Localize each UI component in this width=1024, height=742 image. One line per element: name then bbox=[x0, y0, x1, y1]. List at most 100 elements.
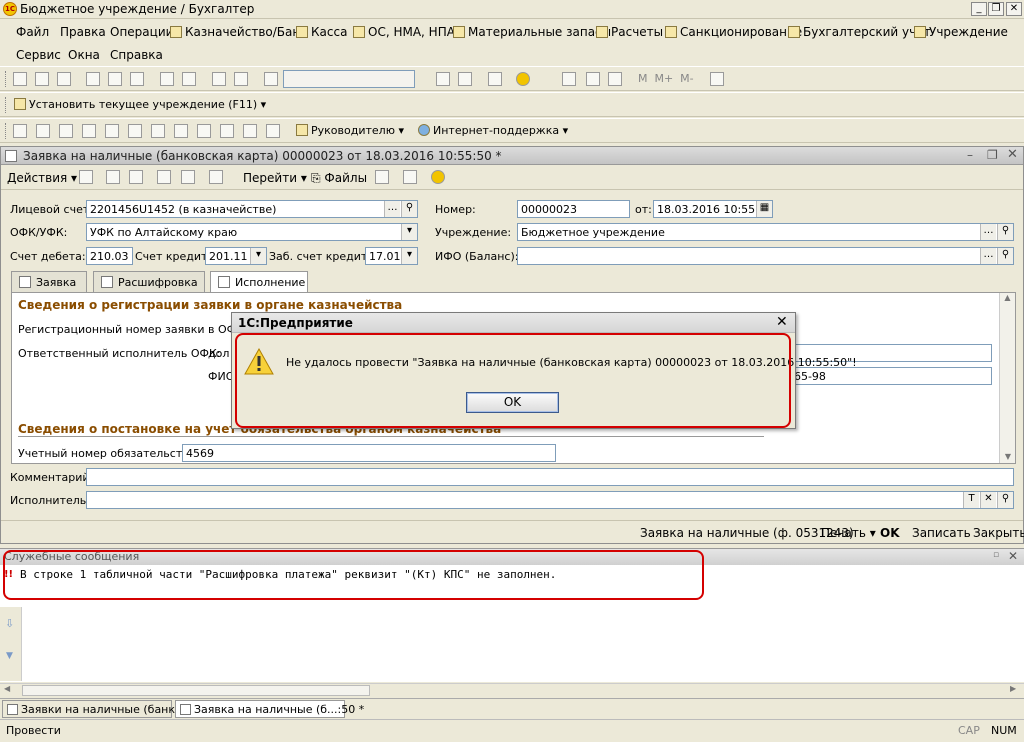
preview-icon[interactable] bbox=[182, 72, 196, 86]
cut-icon[interactable] bbox=[86, 72, 100, 86]
actions-menu[interactable]: Действия ▾ bbox=[7, 171, 77, 185]
menu-file[interactable]: Файл bbox=[16, 25, 49, 39]
number-field[interactable]: 00000023 bbox=[517, 200, 630, 218]
print-icon[interactable] bbox=[160, 72, 174, 86]
based-on-icon[interactable] bbox=[209, 170, 223, 184]
memory-buttons[interactable]: M M+ M- bbox=[638, 72, 694, 85]
debit-field[interactable]: 210.03 bbox=[86, 247, 133, 265]
report-icon[interactable] bbox=[220, 124, 234, 138]
obligation-number-field[interactable]: 4569 bbox=[182, 444, 556, 462]
tab-execution[interactable]: Исполнение bbox=[210, 271, 308, 294]
help-icon[interactable] bbox=[431, 170, 445, 184]
close-button[interactable]: Закрыть bbox=[973, 526, 1024, 540]
report-icon[interactable] bbox=[266, 124, 280, 138]
post-icon[interactable] bbox=[129, 170, 143, 184]
ok-button[interactable]: OK bbox=[880, 526, 900, 540]
maximize-icon[interactable]: ❐ bbox=[988, 2, 1004, 16]
account-field[interactable]: 2201456U1452 (в казначействе) … ⚲ bbox=[86, 200, 418, 218]
report-icon[interactable] bbox=[36, 124, 50, 138]
set-institution-button[interactable]: Установить текущее учреждение (F11) ▾ bbox=[14, 98, 266, 111]
print-menu[interactable]: Печать ▾ bbox=[821, 526, 876, 540]
support-button[interactable]: Интернет-поддержка ▾ bbox=[418, 124, 568, 137]
task-current-request[interactable]: Заявка на наличные (б...:50 * bbox=[175, 700, 364, 718]
report-icon[interactable] bbox=[243, 124, 257, 138]
fill-icon[interactable] bbox=[157, 170, 171, 184]
report-icon[interactable] bbox=[59, 124, 73, 138]
search-icon[interactable]: ⚲ bbox=[997, 492, 1013, 508]
menu-accounting[interactable]: Бухгалтерский учет bbox=[788, 25, 931, 39]
paste-icon[interactable] bbox=[130, 72, 144, 86]
save-icon[interactable] bbox=[57, 72, 71, 86]
users-icon[interactable] bbox=[608, 72, 622, 86]
panel-scrollbar[interactable]: ▲ ▼ bbox=[999, 293, 1015, 463]
scroll-down-icon[interactable]: ▼ bbox=[1000, 452, 1016, 461]
new-icon[interactable] bbox=[13, 72, 27, 86]
clear-icon[interactable]: ✕ bbox=[980, 492, 996, 508]
menu-help[interactable]: Справка bbox=[110, 48, 163, 62]
menu-institution[interactable]: Учреждение bbox=[914, 25, 1008, 39]
report-icon[interactable] bbox=[105, 124, 119, 138]
credit-field[interactable]: 201.11 ▾ bbox=[205, 247, 267, 265]
scroll-right-icon[interactable]: ▶ bbox=[1010, 684, 1016, 693]
messages-close-icon[interactable]: ✕ bbox=[1008, 549, 1018, 563]
info-icon[interactable] bbox=[516, 72, 530, 86]
save-doc-icon[interactable] bbox=[106, 170, 120, 184]
menu-service[interactable]: Сервис bbox=[16, 48, 61, 62]
chevron-down-icon[interactable]: ▾ bbox=[250, 248, 266, 264]
menu-fixed-assets[interactable]: ОС, НМА, НПА bbox=[353, 25, 455, 39]
menu-settlements[interactable]: Расчеты bbox=[596, 25, 663, 39]
report-icon[interactable] bbox=[197, 124, 211, 138]
offbalance-field[interactable]: 17.01 ▾ bbox=[365, 247, 418, 265]
institution-field[interactable]: Бюджетное учреждение … ⚲ bbox=[517, 223, 1014, 241]
redo-icon[interactable] bbox=[234, 72, 248, 86]
open-icon[interactable] bbox=[35, 72, 49, 86]
report-icon[interactable] bbox=[151, 124, 165, 138]
menu-edit[interactable]: Правка bbox=[60, 25, 106, 39]
search-icon[interactable]: ⚲ bbox=[997, 248, 1013, 264]
search-input[interactable] bbox=[283, 70, 415, 88]
scroll-up-icon[interactable]: ▲ bbox=[1000, 293, 1015, 302]
close-icon[interactable]: ✕ bbox=[1006, 2, 1022, 16]
menu-cash[interactable]: Касса bbox=[296, 25, 347, 39]
messages-pin-icon[interactable]: ▫ bbox=[993, 550, 999, 560]
report-icon[interactable] bbox=[13, 124, 27, 138]
menu-operations[interactable]: Операции bbox=[110, 25, 173, 39]
report-icon[interactable] bbox=[128, 124, 142, 138]
scroll-thumb[interactable] bbox=[22, 685, 370, 696]
task-requests-list[interactable]: Заявки на наличные (банко... bbox=[2, 700, 192, 718]
search-prev-icon[interactable] bbox=[458, 72, 472, 86]
ifo-field[interactable]: … ⚲ bbox=[517, 247, 1014, 265]
post-and-close-icon[interactable] bbox=[79, 170, 93, 184]
calculator-icon[interactable] bbox=[562, 72, 576, 86]
calendar-icon[interactable]: ▦ bbox=[756, 201, 772, 217]
message-nav-icon[interactable]: ⇩ bbox=[5, 617, 14, 630]
dialog-close-icon[interactable]: ✕ bbox=[776, 314, 788, 330]
doc-close-icon[interactable]: ✕ bbox=[1007, 147, 1018, 162]
text-icon[interactable]: T bbox=[963, 492, 979, 508]
date-field[interactable]: 18.03.2016 10:55:50 ▦ bbox=[653, 200, 773, 218]
report-icon[interactable] bbox=[82, 124, 96, 138]
scroll-left-icon[interactable]: ◀ bbox=[4, 684, 10, 693]
files-button[interactable]: ⎘ Файлы bbox=[311, 171, 367, 186]
message-next-icon[interactable]: ▼ bbox=[6, 651, 13, 661]
select-button[interactable]: … bbox=[384, 201, 400, 217]
select-button[interactable]: … bbox=[980, 248, 996, 264]
tab-breakdown[interactable]: Расшифровка bbox=[93, 271, 205, 293]
chevron-down-icon[interactable]: ▾ bbox=[401, 224, 417, 240]
menu-windows[interactable]: Окна bbox=[68, 48, 100, 62]
doc-minimize-icon[interactable]: – bbox=[967, 148, 973, 162]
save-button[interactable]: Записать bbox=[912, 526, 971, 540]
calendar-icon[interactable] bbox=[586, 72, 600, 86]
comment-field[interactable] bbox=[86, 468, 1014, 486]
undo-icon[interactable] bbox=[212, 72, 226, 86]
journal-icon[interactable] bbox=[403, 170, 417, 184]
search-next-icon[interactable] bbox=[436, 72, 450, 86]
menu-inventory[interactable]: Материальные запасы bbox=[453, 25, 611, 39]
goto-menu[interactable]: Перейти ▾ bbox=[243, 171, 307, 185]
tab-request[interactable]: Заявка bbox=[11, 271, 87, 293]
copy-doc-icon[interactable] bbox=[181, 170, 195, 184]
horizontal-scrollbar[interactable]: ◀ ▶ bbox=[0, 683, 1024, 697]
menu-sanction[interactable]: Санкционирование bbox=[665, 25, 802, 39]
tools-icon[interactable] bbox=[710, 72, 724, 86]
windows-icon[interactable] bbox=[488, 72, 502, 86]
